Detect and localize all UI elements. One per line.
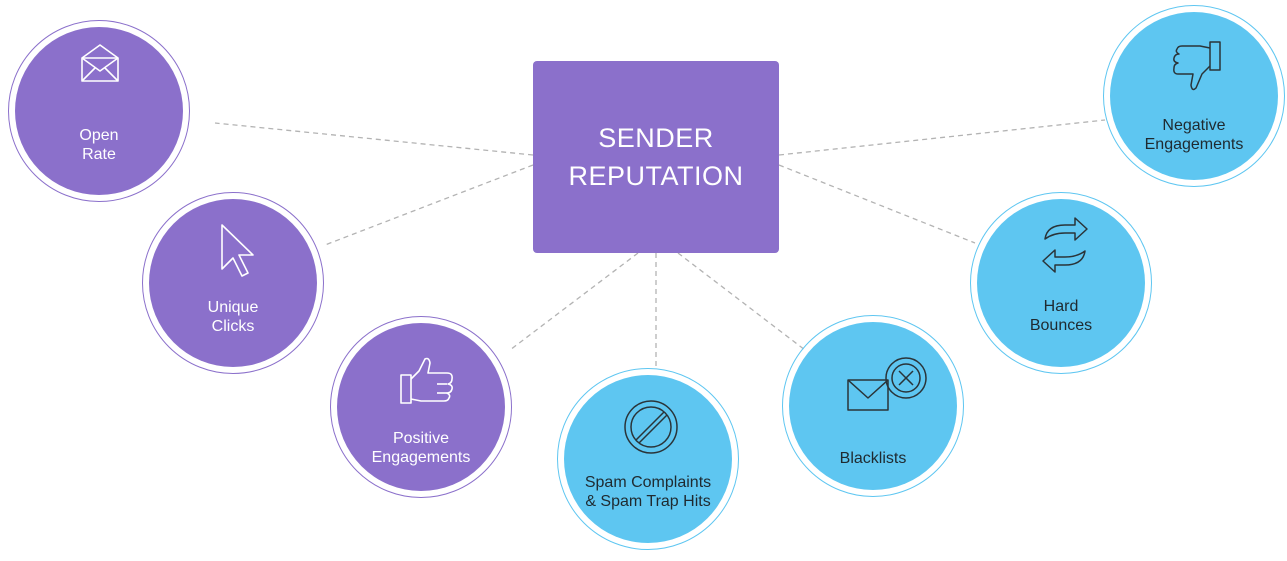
hub-title-line2: REPUTATION [568,161,744,191]
label-line1: Open [79,127,119,144]
label-line1: Negative [1162,117,1226,134]
thumbs-up-icon [400,357,453,404]
factor-positive-engagements: Positive Engagements [330,316,512,498]
bounce-arrows-icon [1042,217,1088,273]
connector-blacklists [677,252,806,351]
label-line1: Positive [392,430,450,447]
factor-hard-bounces: Hard Bounces [970,192,1152,374]
factor-unique-clicks-label: Unique Clicks [153,298,313,336]
factor-open-rate: Open Rate [8,20,190,202]
label-line1: Blacklists [839,450,907,467]
hub-title-line1: SENDER [598,123,714,153]
label-line2: Bounces [1029,317,1093,334]
prohibited-icon [624,400,678,454]
connector-open-rate [214,122,534,156]
factor-positive-engagements-label: Positive Engagements [341,429,501,467]
thumbs-down-icon [1173,41,1221,91]
factor-blacklists: Blacklists [782,315,964,497]
connector-negative-engagements [778,119,1106,156]
factor-negative-engagements: Negative Engagements [1103,5,1285,187]
factor-spam-complaints-label: Spam Complaints & Spam Trap Hits [568,473,728,511]
envelope-open-icon [81,44,119,82]
sender-reputation-diagram: SENDER REPUTATION Open Rate Unique Click… [0,0,1287,561]
connector-hard-bounces [778,164,976,244]
label-line2: Rate [82,146,116,163]
factor-spam-complaints: Spam Complaints & Spam Trap Hits [557,368,739,550]
factor-blacklists-label: Blacklists [793,449,953,468]
label-line2: Engagements [1144,136,1244,153]
label-line2: Engagements [371,449,471,466]
factor-negative-engagements-label: Negative Engagements [1114,116,1274,154]
label-line1: Spam Complaints [584,474,712,491]
connector-positive-engagements [509,252,639,351]
label-line1: Hard [1043,298,1079,315]
cursor-arrow-icon [221,224,254,277]
label-line2: Clicks [211,318,255,335]
sender-reputation-box: SENDER REPUTATION [533,61,779,253]
factor-hard-bounces-label: Hard Bounces [981,297,1141,335]
connector-unique-clicks [324,164,534,246]
factor-unique-clicks: Unique Clicks [142,192,324,374]
factor-open-rate-label: Open Rate [19,126,179,164]
envelope-blocked-icon [847,357,927,411]
label-line1: Unique [207,299,259,316]
label-line2: & Spam Trap Hits [585,493,711,510]
